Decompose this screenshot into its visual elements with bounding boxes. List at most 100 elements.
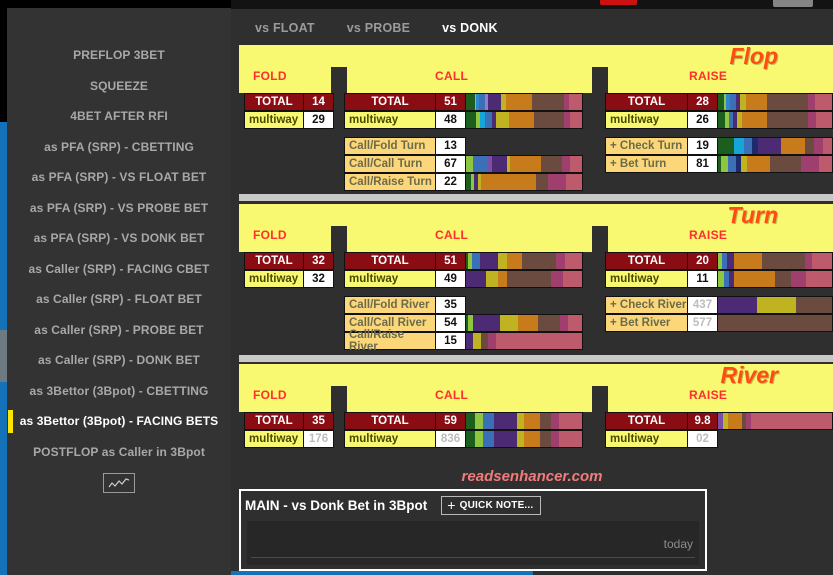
- raise-row[interactable]: TOTAL 20: [605, 252, 833, 270]
- call-row[interactable]: multiway 48: [344, 111, 583, 129]
- fold-row[interactable]: multiway 29: [244, 111, 334, 129]
- raise-sub-row[interactable]: + Check River 437: [605, 296, 833, 314]
- bar-segment: [720, 156, 729, 172]
- stat-value: 81: [687, 155, 718, 173]
- raise-row[interactable]: multiway 02: [605, 430, 833, 448]
- stat-label: multiway: [605, 111, 687, 129]
- stat-value: 54: [435, 314, 466, 332]
- raise-row[interactable]: TOTAL 28: [605, 93, 833, 111]
- call-sub-row[interactable]: Call/Call Turn 67: [344, 155, 583, 173]
- bar-segment: [540, 431, 551, 447]
- street-header: Turn FOLD CALL RAISE: [239, 202, 833, 252]
- bar-segment: [751, 413, 832, 429]
- fold-row[interactable]: multiway 176: [244, 430, 334, 448]
- tab-vs-float[interactable]: vs FLOAT: [239, 15, 331, 49]
- tab-label: vs DONK: [442, 21, 498, 35]
- header-notch-0: [331, 67, 347, 93]
- raise-row[interactable]: multiway 11: [605, 270, 833, 288]
- sidebar-item-10[interactable]: as Caller (SRP) - DONK BET: [7, 345, 231, 376]
- sidebar-item-4[interactable]: as PFA (SRP) - VS FLOAT BET: [7, 162, 231, 193]
- call-row[interactable]: TOTAL 51: [344, 252, 583, 270]
- call-row[interactable]: multiway 836: [344, 430, 583, 448]
- stat-label: TOTAL: [605, 93, 687, 111]
- stat-value: 32: [303, 270, 334, 288]
- line-chart-icon[interactable]: [103, 473, 135, 493]
- sidebar-item-3[interactable]: as PFA (SRP) - CBETTING: [7, 132, 231, 163]
- bar-segment: [728, 156, 736, 172]
- sidebar-item-11[interactable]: as 3Bettor (3Bpot) - CBETTING: [7, 376, 231, 407]
- range-composition-bar: [718, 314, 833, 332]
- sidebar-item-2[interactable]: 4BET AFTER RFI: [7, 101, 231, 132]
- fold-row[interactable]: multiway 32: [244, 270, 334, 288]
- raise-row[interactable]: multiway 26: [605, 111, 833, 129]
- sidebar-item-6[interactable]: as PFA (SRP) - VS DONK BET: [7, 223, 231, 254]
- tab-vs-probe[interactable]: vs PROBE: [331, 15, 426, 49]
- note-input-area[interactable]: today: [247, 521, 699, 565]
- fold-row[interactable]: TOTAL 14: [244, 93, 334, 111]
- range-composition-bar: [718, 430, 833, 448]
- bar-segment: [548, 174, 567, 190]
- top-red-widget[interactable]: [600, 0, 637, 5]
- sidebar-nav: PREFLOP 3BET SQUEEZE 4BET AFTER RFI as PFA …: [7, 8, 231, 467]
- app-root: PREFLOP 3BET SQUEEZE 4BET AFTER RFI as PFA …: [0, 0, 833, 575]
- note-box[interactable]: MAIN - vs Donk Bet in 3Bpot + QUICK NOTE…: [239, 489, 707, 571]
- note-timestamp: today: [663, 537, 693, 551]
- bar-segment: [497, 413, 517, 429]
- call-row[interactable]: TOTAL 51: [344, 93, 583, 111]
- sidebar-item-13[interactable]: POSTFLOP as Caller in 3Bpot: [7, 437, 231, 468]
- stat-value: 49: [435, 270, 466, 288]
- bar-segment: [466, 431, 476, 447]
- sidebar-item-5[interactable]: as PFA (SRP) - VS PROBE BET: [7, 193, 231, 224]
- stat-label: multiway: [344, 111, 435, 129]
- quick-note-button[interactable]: + QUICK NOTE...: [441, 495, 542, 515]
- bar-segment: [815, 112, 832, 128]
- stat-value: 29: [303, 111, 334, 129]
- sidebar-item-9[interactable]: as Caller (SRP) - PROBE BET: [7, 315, 231, 346]
- bar-segment: [804, 138, 814, 154]
- sidebar-item-0[interactable]: PREFLOP 3BET: [7, 40, 231, 71]
- stat-label: TOTAL: [244, 93, 303, 111]
- section-divider-1: [239, 355, 833, 362]
- bar-segment: [505, 94, 532, 110]
- sidebar-item-label: as PFA (SRP) - CBETTING: [44, 139, 194, 154]
- sidebar-item-8[interactable]: as Caller (SRP) - FLOAT BET: [7, 284, 231, 315]
- call-sub-row[interactable]: Call/Raise River 15: [344, 329, 583, 353]
- column-label-fold: FOLD: [253, 388, 287, 402]
- sidebar-item-label: POSTFLOP as Caller in 3Bpot: [33, 444, 205, 459]
- column-label-raise: RAISE: [689, 69, 728, 83]
- call-sub-row[interactable]: Call/Fold River 35: [344, 296, 583, 314]
- sidebar-active-indicator: [8, 410, 13, 433]
- fold-row[interactable]: TOTAL 32: [244, 252, 334, 270]
- sidebar-item-12[interactable]: as 3Bettor (3Bpot) - FACING BETS: [7, 406, 231, 437]
- bar-segment: [569, 112, 582, 128]
- stat-label: Call/Raise River: [344, 329, 435, 353]
- stat-value: 20: [687, 252, 718, 270]
- bar-segment: [483, 413, 494, 429]
- call-sub-row[interactable]: Call/Raise Turn 22: [344, 173, 583, 191]
- fold-row[interactable]: TOTAL 35: [244, 412, 334, 430]
- call-row[interactable]: multiway 49: [344, 270, 583, 288]
- bar-segment: [568, 315, 582, 331]
- bar-segment: [471, 253, 480, 269]
- call-row[interactable]: TOTAL 59: [344, 412, 583, 430]
- bar-segment: [475, 431, 484, 447]
- stat-label: Call/Raise Turn: [344, 173, 435, 191]
- stat-value: 51: [435, 252, 466, 270]
- sidebar-item-1[interactable]: SQUEEZE: [7, 71, 231, 102]
- raise-row[interactable]: TOTAL 9.8: [605, 412, 833, 430]
- call-sub-row[interactable]: Call/Fold Turn 13: [344, 137, 583, 155]
- bar-segment: [537, 315, 560, 331]
- bar-segment: [790, 271, 807, 287]
- tab-vs-donk[interactable]: vs DONK: [426, 15, 514, 49]
- bar-segment: [540, 413, 551, 429]
- stat-value: 02: [687, 430, 718, 448]
- top-grey-widget[interactable]: [773, 0, 813, 7]
- raise-sub-row[interactable]: + Bet Turn 81: [605, 155, 833, 173]
- bar-segment: [766, 94, 809, 110]
- sidebar-item-7[interactable]: as Caller (SRP) - FACING CBET: [7, 254, 231, 285]
- raise-sub-row[interactable]: + Bet River 577: [605, 314, 833, 332]
- bar-segment: [533, 112, 564, 128]
- column-label-call: CALL: [435, 228, 469, 242]
- stat-label: multiway: [244, 270, 303, 288]
- raise-sub-row[interactable]: + Check Turn 19: [605, 137, 833, 155]
